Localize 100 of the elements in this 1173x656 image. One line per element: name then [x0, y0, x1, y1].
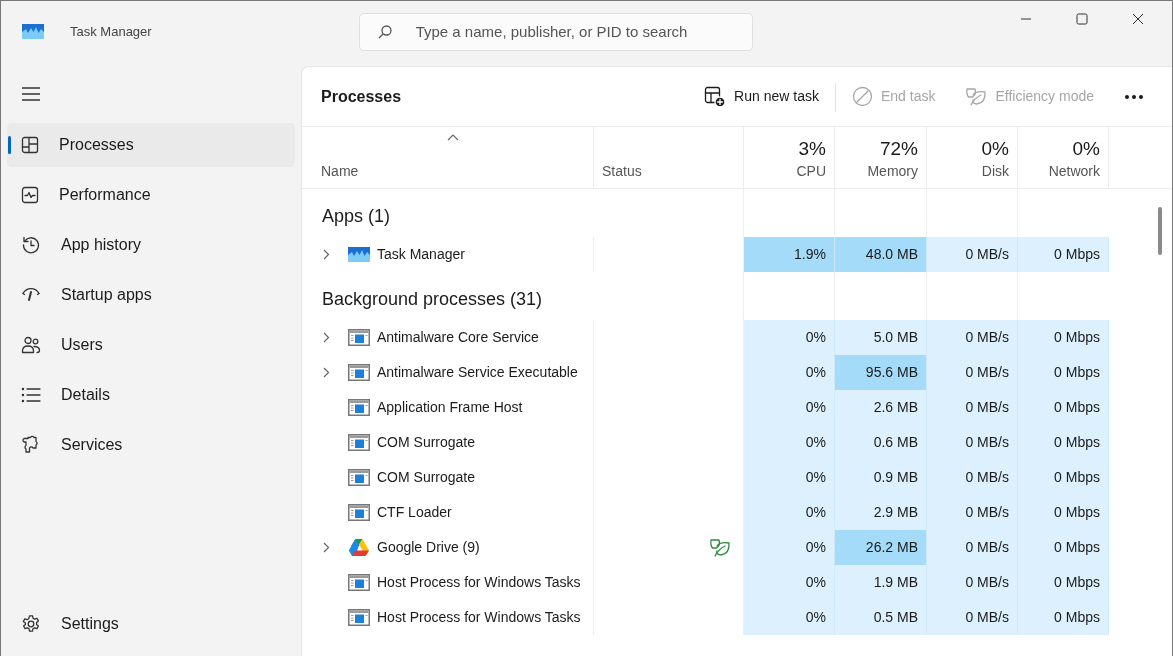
group-header: Apps (1) [321, 205, 392, 228]
table-cell: 0 Mbps [1018, 495, 1109, 530]
search-field[interactable]: Type a name, publisher, or PID to search [358, 12, 753, 51]
chevron-icon[interactable] [323, 332, 330, 343]
grid-icon [21, 136, 39, 154]
column-total: 0% [1072, 138, 1100, 161]
search-icon [377, 24, 392, 39]
scrollbar-thumb[interactable] [1158, 207, 1162, 255]
menu-icon [22, 87, 40, 101]
chevron-icon[interactable] [323, 249, 330, 260]
column-header[interactable]: Status [602, 161, 642, 182]
table-cell: 26.2 MB [835, 530, 927, 565]
sidebar-item[interactable]: Processes [7, 123, 295, 167]
process-name: COM Surrogate [377, 433, 476, 452]
sidebar-item[interactable]: App history [7, 223, 295, 267]
leaf-icon [965, 86, 988, 107]
column-header[interactable]: Name [321, 161, 359, 182]
chevron-icon[interactable] [323, 367, 330, 378]
toolbar-button[interactable]: Run new task [696, 79, 827, 114]
sidebar-item[interactable]: Settings [7, 602, 295, 646]
process-name: Host Process for Windows Tasks [377, 608, 581, 627]
prohibit-icon [851, 86, 873, 107]
table-cell: 0 MB/s [927, 495, 1018, 530]
process-name: Google Drive (9) [377, 538, 480, 557]
app-window-icon [348, 469, 370, 486]
column-header[interactable]: CPU [796, 161, 826, 182]
table-cell: 2.9 MB [835, 495, 927, 530]
table-cell: 0% [744, 600, 835, 635]
app-window-icon [348, 504, 370, 521]
table-cell: 5.0 MB [835, 320, 927, 355]
puzzle-icon [21, 435, 41, 455]
process-name: Host Process for Windows Tasks [377, 573, 581, 592]
app-window-icon [348, 329, 370, 346]
sidebar-item[interactable]: Services [7, 423, 295, 467]
task-manager-icon [22, 24, 44, 39]
table-cell: 0 MB/s [927, 390, 1018, 425]
sidebar-item[interactable]: Users [7, 323, 295, 367]
app-window-icon [348, 434, 370, 451]
table-cell: 0 Mbps [1018, 565, 1109, 600]
chevron-icon[interactable] [323, 542, 330, 553]
process-name: CTF Loader [377, 503, 452, 522]
sidebar-item[interactable]: Performance [7, 173, 295, 217]
column-total: 0% [981, 138, 1009, 161]
column-header[interactable]: Disk [981, 161, 1009, 182]
column-total: 3% [798, 138, 826, 161]
task-manager-icon [348, 247, 370, 262]
table-cell: 0% [744, 390, 835, 425]
close-icon [1132, 13, 1144, 25]
sidebar-item[interactable]: Details [7, 373, 295, 417]
table-cell: 48.0 MB [835, 237, 927, 272]
table-cell: 0 Mbps [1018, 237, 1109, 272]
table-cell: 0 Mbps [1018, 355, 1109, 390]
app-window-icon [348, 399, 370, 416]
sidebar-item[interactable]: Startup apps [7, 273, 295, 317]
add-window-icon [704, 85, 727, 108]
table-cell: 0% [744, 425, 835, 460]
window-title: Task Manager [70, 22, 152, 41]
table-cell: 0.6 MB [835, 425, 927, 460]
group-header: Background processes (31) [321, 288, 544, 311]
table-cell: 0 Mbps [1018, 425, 1109, 460]
table-cell: 0.5 MB [835, 600, 927, 635]
list-icon [21, 386, 41, 404]
process-name: Task Manager [377, 245, 465, 264]
app-window-icon [348, 364, 370, 381]
table-cell: 0 MB/s [927, 237, 1018, 272]
settings-icon [21, 614, 41, 634]
column-total: 72% [879, 138, 918, 161]
column-header[interactable]: Network [1048, 161, 1100, 182]
table-cell: 1.9 MB [835, 565, 927, 600]
table-cell: 0% [744, 495, 835, 530]
process-name: Application Frame Host [377, 398, 523, 417]
table-cell: 0% [744, 320, 835, 355]
table-cell: 0 MB/s [927, 320, 1018, 355]
table-cell: 0 MB/s [927, 600, 1018, 635]
table-cell: 0 MB/s [927, 460, 1018, 495]
column-header[interactable]: Memory [867, 161, 918, 182]
process-name: Antimalware Core Service [377, 328, 539, 347]
pulse-icon [21, 186, 39, 204]
table-cell: 0 Mbps [1018, 530, 1109, 565]
table-cell: 0 Mbps [1018, 460, 1109, 495]
table-cell: 0% [744, 565, 835, 600]
app-window-icon [348, 574, 370, 591]
table-cell: 0 Mbps [1018, 320, 1109, 355]
table-cell: 0 Mbps [1018, 600, 1109, 635]
triangle-logo-icon [348, 538, 370, 557]
more-icon [1124, 93, 1144, 100]
table-cell: 2.6 MB [835, 390, 927, 425]
table-cell: 0 MB/s [927, 355, 1018, 390]
table-cell: 0 Mbps [1018, 390, 1109, 425]
table-cell: 0 MB/s [927, 530, 1018, 565]
page-title: Processes [321, 86, 402, 107]
table-cell: 0% [744, 460, 835, 495]
process-name: Antimalware Service Executable [377, 363, 578, 382]
table-cell: 0 MB/s [927, 425, 1018, 460]
users-icon [21, 335, 41, 355]
app-window-icon [348, 609, 370, 626]
process-name: COM Surrogate [377, 468, 476, 487]
table-cell: 0% [744, 530, 835, 565]
table-cell: 0 MB/s [927, 565, 1018, 600]
table-cell: 95.6 MB [835, 355, 927, 390]
